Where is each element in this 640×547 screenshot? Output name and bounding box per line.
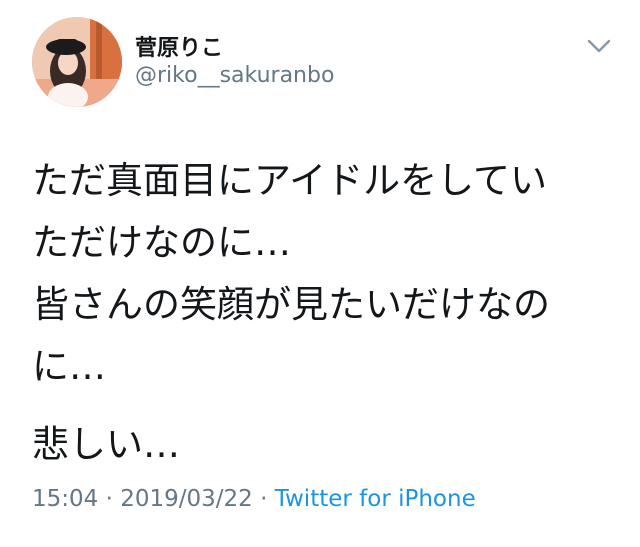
tweet-text-line: 悲しい… — [32, 423, 180, 466]
tweet-text-line: ただけなのに… — [32, 221, 291, 264]
tweet-text-line: ただ真面目にアイドルをしてい — [32, 159, 548, 202]
tweet-date[interactable]: 2019/03/22 — [120, 486, 253, 512]
avatar-photo — [32, 17, 122, 107]
tweet-text-line: に… — [32, 345, 106, 388]
tweet-card: 菅原りこ @riko__sakuranbo ただ真面目にアイドルをしてい ただけ… — [0, 0, 640, 547]
tweet-time[interactable]: 15:04 — [32, 486, 98, 512]
tweet-source-link[interactable]: Twitter for iPhone — [275, 486, 476, 512]
tweet-text: ただ真面目にアイドルをしてい ただけなのに… 皆さんの笑顔が見たいだけなの に…… — [32, 150, 622, 476]
tweet-text-line: 皆さんの笑顔が見たいだけなの — [32, 283, 550, 326]
tweet-meta: 15:04 · 2019/03/22 · Twitter for iPhone — [32, 486, 476, 512]
author-avatar[interactable] — [32, 17, 122, 107]
meta-separator: · — [98, 486, 121, 512]
author-handle[interactable]: @riko__sakuranbo — [135, 63, 334, 88]
chevron-down-icon[interactable] — [586, 36, 612, 56]
meta-separator: · — [252, 486, 275, 512]
author-display-name[interactable]: 菅原りこ — [135, 30, 223, 62]
